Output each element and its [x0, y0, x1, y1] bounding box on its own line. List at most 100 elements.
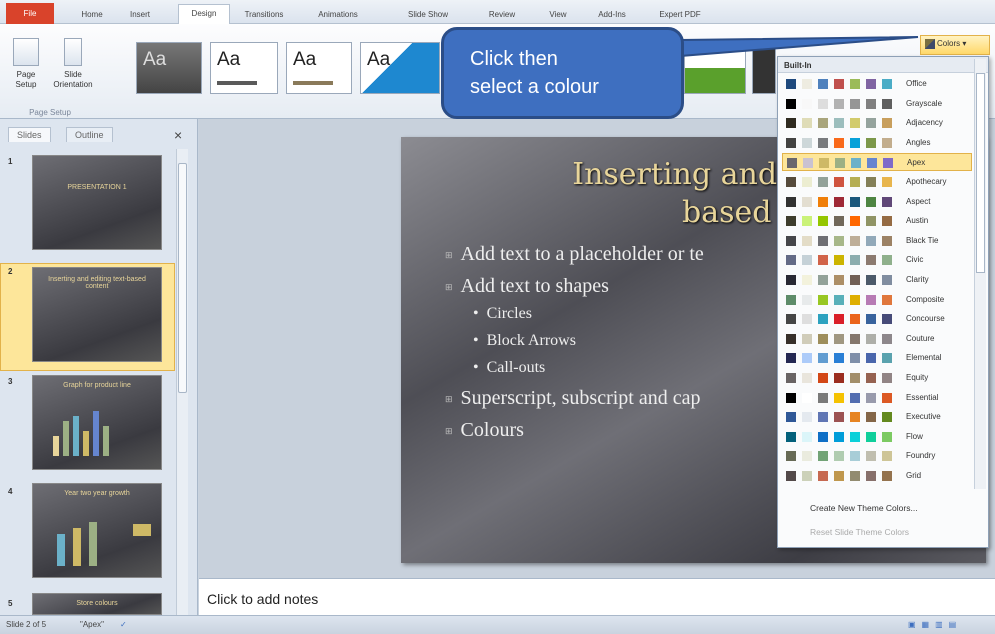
sub-bullet-item[interactable]: • Circles: [473, 305, 532, 323]
callout-line-1: Click then: [470, 48, 558, 70]
color-swatch: [851, 158, 861, 169]
tab-slides[interactable]: Slides: [8, 127, 51, 142]
color-swatch: [786, 373, 796, 383]
color-swatch: [786, 294, 796, 305]
theme-thumb-3[interactable]: Aa: [286, 42, 352, 94]
dropdown-scrollbar[interactable]: [974, 59, 986, 489]
bullet-item[interactable]: ⊞ Superscript, subscript and cap: [445, 387, 701, 410]
spellcheck-icon[interactable]: ✓: [120, 620, 127, 629]
tab-review[interactable]: Review: [480, 6, 524, 24]
slide-orientation-button[interactable]: Slide Orientation: [50, 38, 96, 90]
color-swatch: [802, 412, 812, 423]
theme-thumb-6[interactable]: [752, 42, 776, 94]
theme-color-bar: [293, 81, 333, 85]
slide-thumbnail[interactable]: Inserting and editing text-based content: [32, 267, 162, 362]
slide-thumbnail[interactable]: Year two year growth: [32, 483, 162, 578]
color-swatch: [866, 177, 876, 187]
theme-thumb-5[interactable]: [684, 42, 746, 94]
reset-slide-theme-colors-button[interactable]: Reset Slide Theme Colors: [810, 527, 909, 537]
color-swatch: [835, 158, 845, 169]
view-buttons[interactable]: ▣▦▥▤: [908, 620, 962, 629]
color-swatch: [786, 471, 796, 481]
color-swatch: [882, 392, 892, 403]
slide-number: 5: [8, 599, 13, 608]
color-scheme-equity[interactable]: Equity: [782, 369, 972, 387]
color-scheme-grid[interactable]: Grid: [782, 467, 972, 485]
create-new-theme-colors-button[interactable]: Create New Theme Colors...: [810, 503, 918, 513]
color-swatch: [882, 412, 892, 423]
notes-pane[interactable]: Click to add notes: [199, 578, 995, 615]
color-swatch: [818, 353, 828, 364]
scrollbar-thumb[interactable]: [178, 163, 187, 393]
color-scheme-essential[interactable]: Essential: [782, 389, 972, 407]
theme-thumb-1[interactable]: Aa: [136, 42, 202, 94]
sub-bullet-item[interactable]: • Block Arrows: [473, 332, 576, 350]
color-swatch: [882, 235, 892, 246]
close-icon[interactable]: ×: [174, 127, 182, 143]
color-swatch: [802, 333, 812, 344]
color-scheme-concourse[interactable]: Concourse: [782, 310, 972, 328]
color-scheme-composite[interactable]: Composite: [782, 291, 972, 309]
bullet-text: Superscript, subscript and cap: [460, 387, 701, 409]
color-scheme-clarity[interactable]: Clarity: [782, 271, 972, 289]
tab-outline[interactable]: Outline: [66, 127, 113, 142]
color-swatch: [786, 98, 796, 109]
color-scheme-foundry[interactable]: Foundry: [782, 447, 972, 465]
color-scheme-executive[interactable]: Executive: [782, 408, 972, 426]
slide-thumbnail[interactable]: PRESENTATION 1: [32, 155, 162, 250]
sub-bullet-item[interactable]: • Call-outs: [473, 359, 545, 377]
color-scheme-apex[interactable]: Apex: [782, 153, 972, 172]
color-scheme-angles[interactable]: Angles: [782, 134, 972, 152]
color-swatch: [802, 79, 812, 89]
tab-animations[interactable]: Animations: [310, 6, 366, 24]
color-swatch: [818, 333, 828, 344]
page-setup-button[interactable]: Page Setup: [8, 38, 44, 90]
color-swatch: [802, 216, 812, 227]
color-swatch: [866, 431, 876, 442]
tab-home[interactable]: Home: [72, 6, 112, 24]
bullet-item[interactable]: ⊞ Colours: [445, 419, 524, 442]
color-scheme-apothecary[interactable]: Apothecary: [782, 173, 972, 191]
slide-thumbnail[interactable]: Graph for product line: [32, 375, 162, 470]
tab-expert-pdf[interactable]: Expert PDF: [650, 6, 710, 24]
color-swatch: [818, 392, 828, 403]
color-swatch: [866, 471, 876, 481]
bullet-text: Add text to a placeholder or te: [460, 243, 704, 265]
color-scheme-elemental[interactable]: Elemental: [782, 349, 972, 367]
color-scheme-adjacency[interactable]: Adjacency: [782, 114, 972, 132]
color-scheme-office[interactable]: Office: [782, 75, 972, 93]
slide-thumbnail[interactable]: Store colours: [32, 593, 162, 615]
color-swatch: [834, 216, 844, 227]
color-scheme-aspect[interactable]: Aspect: [782, 193, 972, 211]
color-swatch: [834, 79, 844, 89]
tab-file[interactable]: File: [6, 3, 54, 24]
color-swatch: [818, 118, 828, 129]
theme-thumb-4[interactable]: Aa: [360, 42, 440, 94]
bullet-item[interactable]: ⊞ Add text to a placeholder or te: [445, 243, 704, 266]
theme-thumb-2[interactable]: Aa: [210, 42, 278, 94]
tab-design[interactable]: Design: [178, 4, 230, 25]
slide-number: 3: [8, 377, 13, 386]
color-swatch: [834, 275, 844, 285]
tab-transitions[interactable]: Transitions: [236, 6, 292, 24]
color-swatch: [818, 314, 828, 325]
bullet-item[interactable]: ⊞ Add text to shapes: [445, 275, 609, 298]
color-scheme-austin[interactable]: Austin: [782, 212, 972, 230]
color-scheme-couture[interactable]: Couture: [782, 330, 972, 348]
color-swatch: [818, 294, 828, 305]
color-scheme-grayscale[interactable]: Grayscale: [782, 95, 972, 113]
color-scheme-civic[interactable]: Civic: [782, 251, 972, 269]
scrollbar-thumb[interactable]: [976, 73, 985, 273]
tab-view[interactable]: View: [540, 6, 576, 24]
dropdown-section-header: Built-In: [778, 57, 988, 73]
slides-scrollbar[interactable]: [176, 149, 188, 615]
color-scheme-black-tie[interactable]: Black Tie: [782, 232, 972, 250]
tab-add-ins[interactable]: Add-Ins: [590, 6, 634, 24]
color-swatch: [786, 431, 796, 442]
color-swatch: [802, 177, 812, 187]
tab-insert[interactable]: Insert: [120, 6, 160, 24]
colors-button[interactable]: Colors ▾: [920, 35, 990, 55]
color-scheme-flow[interactable]: Flow: [782, 428, 972, 446]
tab-slide-show[interactable]: Slide Show: [400, 6, 456, 24]
slides-pane: Slides Outline × 1 PRESENTATION 1 2 Inse…: [0, 119, 198, 615]
